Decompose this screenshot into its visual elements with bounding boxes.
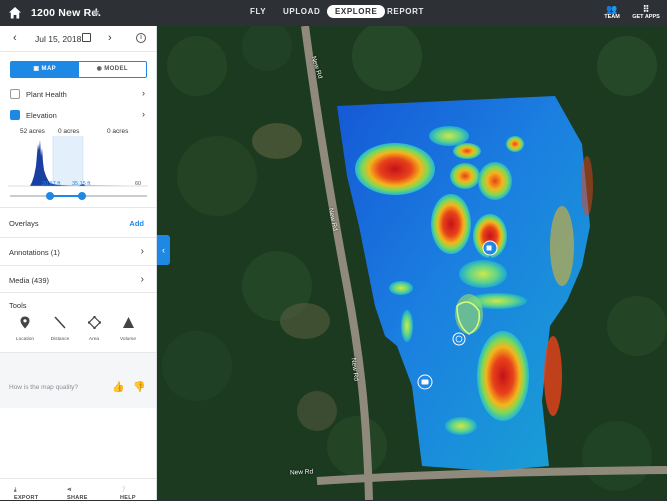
model-toggle-button[interactable]: ◉ MODEL (79, 62, 147, 77)
layer-label: Elevation (26, 111, 57, 120)
project-title[interactable]: 1200 New Rd. (31, 7, 101, 19)
apps-grid-icon: ⠿ (642, 4, 650, 14)
sidebar: ‹ Jul 15, 2018 › i ▣ MAP ◉ MODEL Plant H… (0, 26, 157, 501)
export-button[interactable]: EXPORT ⤓ (14, 487, 38, 501)
tool-volume[interactable]: Volume (113, 316, 143, 342)
media-section[interactable]: Media (439) › (0, 265, 156, 293)
elevation-icon (10, 110, 20, 120)
tool-location[interactable]: Location (10, 316, 40, 342)
sidebar-footer: EXPORT ⤓ SHARE ⋖ HELP ❔ (0, 478, 156, 501)
tool-area[interactable]: Area (79, 315, 109, 342)
nav-upload[interactable]: UPLOAD (283, 7, 320, 16)
chevron-right-icon: › (140, 274, 144, 285)
acres-above: 0 acres (107, 128, 129, 135)
range-min-label: 20.67 ft (42, 181, 61, 187)
get-apps-label: GET APPS (632, 14, 660, 20)
annotations-section[interactable]: Annotations (1) › (0, 237, 156, 265)
help-button[interactable]: HELP ❔ (120, 487, 136, 501)
thumbs-down-icon[interactable]: 👎 (133, 382, 145, 393)
plant-health-icon (10, 89, 20, 99)
overlays-title: Overlays (9, 219, 39, 228)
location-pin-icon (20, 316, 30, 329)
range-max-handle[interactable] (78, 192, 86, 200)
get-apps-button[interactable]: ⠿ GET APPS (630, 4, 662, 20)
globe-marker-icon[interactable] (452, 332, 466, 346)
chevron-right-icon: › (140, 246, 144, 257)
nav-fly[interactable]: FLY (250, 7, 266, 16)
range-min-handle[interactable] (46, 192, 54, 200)
top-bar: 1200 New Rd. ✱ FLY UPLOAD EXPLORE REPORT… (0, 0, 667, 26)
date-selector: ‹ Jul 15, 2018 › i (0, 26, 156, 52)
map-toggle-button[interactable]: ▣ MAP (11, 62, 79, 77)
road-label: New Rd (289, 468, 314, 477)
previous-date-icon[interactable]: ‹ (13, 32, 17, 44)
tool-distance[interactable]: Distance (45, 316, 75, 342)
layer-elevation[interactable]: Elevation › (10, 109, 147, 123)
chevron-right-icon: › (142, 88, 145, 98)
quality-prompt: How is the map quality? (9, 384, 79, 391)
media-title: Media (439) (9, 276, 50, 285)
layer-label: Plant Health (26, 90, 67, 99)
team-label: TEAM (604, 14, 620, 20)
acres-range: 0 acres (58, 128, 80, 135)
tool-label: Area (88, 337, 100, 342)
calendar-icon[interactable] (82, 33, 91, 42)
overlays-section: Overlays Add (0, 207, 156, 235)
acres-below: 52 acres (20, 128, 45, 135)
share-button[interactable]: SHARE ⋖ (67, 487, 87, 501)
layer-plant-health[interactable]: Plant Health › (10, 88, 147, 102)
info-icon[interactable]: i (136, 33, 146, 43)
nav-report[interactable]: REPORT (387, 7, 424, 16)
view-toggle: ▣ MAP ◉ MODEL (10, 61, 147, 78)
map-viewport[interactable]: New Rd New Rd New Rd New Rd (157, 26, 667, 500)
add-overlay-button[interactable]: Add (129, 219, 144, 228)
settings-gear-icon[interactable]: ✱ (92, 8, 100, 19)
tools-title: Tools (9, 301, 27, 310)
annotations-title: Annotations (1) (9, 248, 60, 257)
tool-label: Volume (120, 337, 136, 342)
date-label[interactable]: Jul 15, 2018 (35, 34, 81, 44)
collapse-sidebar-button[interactable]: ‹ (157, 235, 170, 265)
team-button[interactable]: 👥 TEAM (601, 4, 623, 20)
area-polygon-icon (87, 315, 101, 330)
quality-feedback-panel (0, 353, 156, 408)
thumbs-up-icon[interactable]: 👍 (112, 382, 124, 393)
distance-line-icon (54, 316, 66, 329)
home-icon[interactable] (8, 6, 22, 20)
next-date-icon[interactable]: › (108, 32, 112, 44)
range-max-label: 35.15 ft (72, 181, 91, 187)
chevron-right-icon: › (142, 109, 145, 119)
nav-explore[interactable]: EXPLORE (327, 5, 386, 18)
tool-label: Distance (50, 337, 70, 342)
team-icon: 👥 (606, 4, 618, 14)
axis-max-label: 60 (135, 181, 142, 187)
tool-label: Location (15, 337, 35, 342)
map-canvas[interactable] (157, 26, 667, 500)
volume-cone-icon (122, 317, 134, 328)
